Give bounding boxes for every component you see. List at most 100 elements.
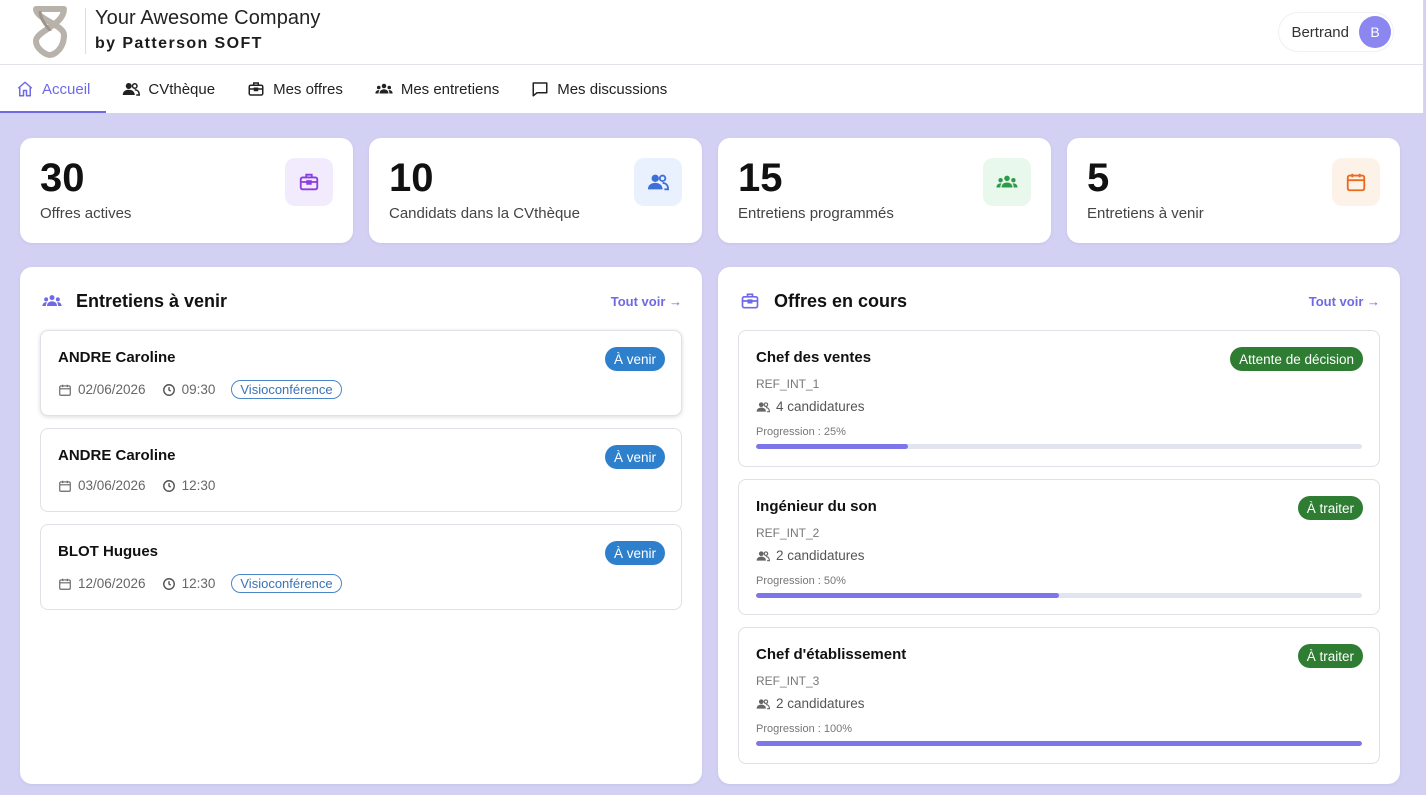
stat-card-entretiens-a-venir: 5 Entretiens à venir (1067, 138, 1400, 243)
tab-cvtheque[interactable]: CVthèque (106, 65, 231, 113)
offer-candidates: 4 candidatures (756, 399, 865, 414)
calendar-icon (1346, 173, 1366, 192)
group-icon (375, 83, 393, 94)
interview-time: 12:30 (181, 478, 216, 493)
panel-title: Offres en cours (774, 290, 908, 311)
users-icon (756, 698, 770, 709)
offer-candidates: 2 candidatures (756, 548, 865, 563)
offer-candidates: 2 candidatures (756, 696, 865, 711)
briefcase-icon (299, 173, 319, 191)
user-menu[interactable]: Bertrand B (1279, 13, 1393, 51)
meeting-mode-tag: Visioconférence (231, 574, 342, 593)
interview-card[interactable]: ANDRE Caroline À venir 02/06/2026 09:30 … (40, 330, 682, 416)
interview-time: 12:30 (181, 576, 216, 591)
status-badge: À venir (604, 347, 665, 371)
offer-card[interactable]: Chef d'établissement À traiter REF_INT_3… (738, 627, 1380, 764)
progress-bar (756, 444, 1362, 449)
users-icon (756, 550, 770, 561)
tab-label: CVthèque (148, 80, 216, 98)
tab-label: Mes discussions (557, 80, 668, 98)
candidates-count: 4 candidatures (776, 399, 865, 414)
offer-reference: REF_INT_3 (756, 674, 820, 688)
candidates-count: 2 candidatures (776, 696, 865, 711)
offer-title: Chef des ventes (756, 349, 872, 366)
offer-title: Ingénieur du son (756, 498, 877, 515)
clock-icon (162, 479, 175, 492)
tab-mes-entretiens[interactable]: Mes entretiens (359, 65, 515, 113)
users-icon (647, 174, 669, 191)
offer-title: Chef d'établissement (756, 646, 907, 663)
tab-label: Mes entretiens (400, 80, 500, 98)
candidate-name: ANDRE Caroline (58, 349, 176, 366)
chat-icon (532, 82, 548, 97)
panel-header: Offres en cours Tout voir → (738, 289, 1380, 313)
interviews-panel: Entretiens à venir Tout voir → ANDRE Car… (20, 267, 702, 784)
status-badge: À traiter (1297, 496, 1363, 520)
users-icon (756, 401, 770, 412)
stat-label: Offres actives (40, 205, 132, 222)
meeting-mode-tag: Visioconférence (231, 380, 342, 399)
calendar-icon (59, 480, 71, 492)
avatar[interactable]: B (1359, 16, 1391, 48)
offers-panel: Offres en cours Tout voir → Chef des ven… (718, 267, 1400, 784)
briefcase-icon (248, 82, 264, 96)
stat-icon-box (285, 158, 333, 206)
see-all-interviews-link[interactable]: Tout voir → (611, 294, 682, 309)
progress-fill (756, 593, 1059, 598)
candidates-count: 2 candidatures (776, 548, 865, 563)
status-badge: Attente de décision (1230, 347, 1363, 371)
offer-reference: REF_INT_2 (756, 526, 820, 540)
stat-card-candidats: 10 Candidats dans la CVthèque (369, 138, 702, 243)
tab-label: Accueil (42, 80, 91, 98)
interview-date: 02/06/2026 (78, 382, 146, 397)
stat-label: Entretiens programmés (738, 205, 894, 222)
clock-icon (162, 577, 175, 590)
progress-label: Progression : 100% (756, 723, 852, 735)
interview-card[interactable]: ANDRE Caroline À venir 03/06/2026 12:30 (40, 428, 682, 512)
status-badge: À traiter (1297, 644, 1363, 668)
calendar-icon (59, 578, 71, 590)
main-nav: Accueil CVthèque Mes offres Mes entretie… (0, 65, 1424, 113)
status-badge: À venir (604, 541, 665, 565)
interview-meta: 02/06/2026 09:30 Visioconférence (58, 380, 342, 399)
progress-fill (756, 741, 1362, 746)
briefcase-icon (741, 293, 759, 309)
stat-card-offres: 30 Offres actives (20, 138, 353, 243)
tab-label: Mes offres (273, 80, 343, 98)
tab-accueil[interactable]: Accueil (0, 65, 107, 113)
stat-icon-box (983, 158, 1031, 206)
offer-card[interactable]: Ingénieur du son À traiter REF_INT_2 2 c… (738, 479, 1380, 615)
tab-mes-discussions[interactable]: Mes discussions (515, 65, 683, 113)
user-name: Bertrand (1291, 23, 1349, 41)
progress-fill (756, 444, 908, 449)
panel-title: Entretiens à venir (76, 290, 228, 311)
stat-label: Entretiens à venir (1087, 205, 1204, 222)
stat-value: 15 (738, 156, 783, 200)
tab-mes-offres[interactable]: Mes offres (231, 65, 359, 113)
see-all-offers-link[interactable]: Tout voir → (1309, 294, 1380, 309)
company-subtitle: by Patterson SOFT (95, 35, 263, 52)
group-icon (996, 175, 1018, 188)
stat-value: 30 (40, 156, 85, 200)
company-logo (32, 6, 68, 59)
company-name: Your Awesome Company (95, 7, 321, 29)
interview-meta: 03/06/2026 12:30 (58, 478, 231, 493)
interview-card[interactable]: BLOT Hugues À venir 12/06/2026 12:30 Vis… (40, 524, 682, 610)
interview-date: 03/06/2026 (78, 478, 146, 493)
offer-card[interactable]: Chef des ventes Attente de décision REF_… (738, 330, 1380, 467)
clock-icon (162, 383, 175, 396)
stat-icon-box (634, 158, 682, 206)
interview-time: 09:30 (181, 382, 216, 397)
status-badge: À venir (604, 445, 665, 469)
top-header: Your Awesome Company by Patterson SOFT B… (0, 0, 1424, 65)
progress-label: Progression : 50% (756, 575, 846, 587)
stat-value: 10 (389, 156, 434, 200)
progress-bar (756, 593, 1362, 598)
group-icon (42, 295, 62, 306)
stat-value: 5 (1087, 156, 1110, 200)
logo-divider (85, 8, 86, 54)
users-icon (123, 83, 141, 96)
interview-date: 12/06/2026 (78, 576, 146, 591)
candidate-name: ANDRE Caroline (58, 447, 176, 464)
candidate-name: BLOT Hugues (58, 543, 158, 560)
